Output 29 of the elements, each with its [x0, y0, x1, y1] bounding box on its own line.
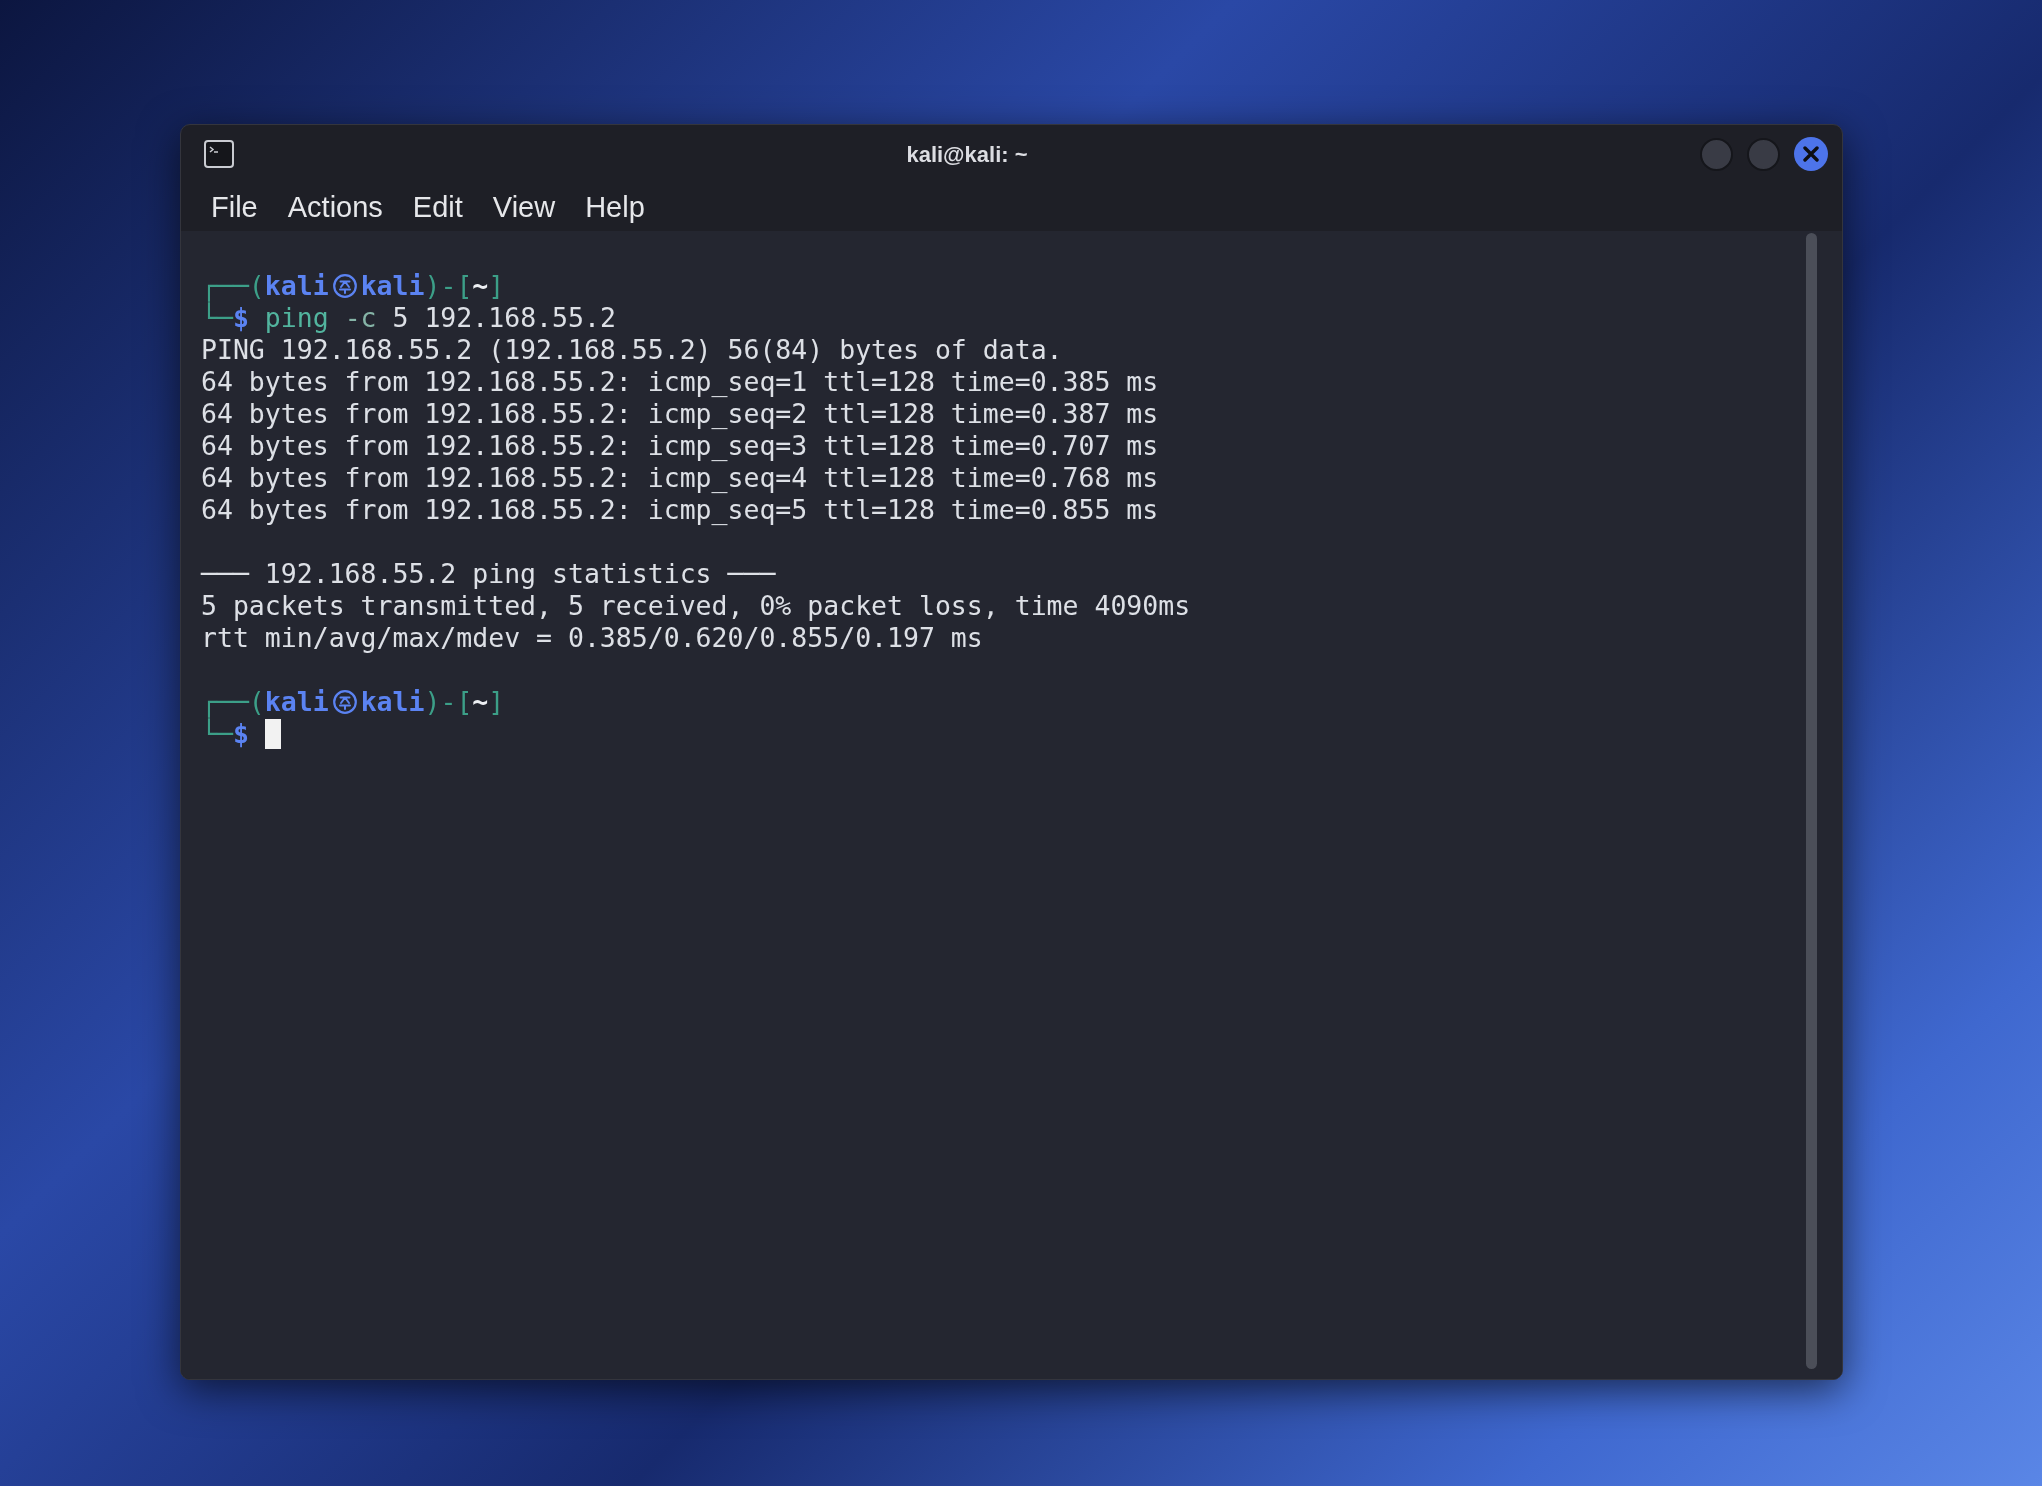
- prompt-text: ┌──(kali: [201, 270, 329, 302]
- output-line: 64 bytes from 192.168.55.2: icmp_seq=5 ttl=128 time=0.855 ms: [201, 494, 1159, 526]
- circled-symbol-icon: [332, 690, 357, 714]
- output-line: PING 192.168.55.2 (192.168.55.2) 56(84) bytes of data.: [201, 334, 1063, 366]
- prompt-text: kali)-[~]: [360, 270, 505, 302]
- minimize-button[interactable]: [1700, 137, 1733, 171]
- window-title: kali@kali: ~: [906, 140, 1028, 169]
- prompt-text: ┌──(kali: [201, 686, 329, 718]
- output-line: 5 packets transmitted, 5 received, 0% packet loss, time 4090ms: [201, 590, 1191, 622]
- output-line: 64 bytes from 192.168.55.2: icmp_seq=1 ttl=128 time=0.385 ms: [201, 366, 1159, 398]
- close-icon: [1803, 146, 1819, 162]
- menu-item[interactable]: File: [207, 187, 262, 227]
- close-button[interactable]: [1794, 137, 1828, 171]
- output-line: 64 bytes from 192.168.55.2: icmp_seq=4 ttl=128 time=0.768 ms: [201, 462, 1159, 494]
- maximize-button[interactable]: [1747, 137, 1780, 171]
- menu-item[interactable]: View: [488, 187, 560, 227]
- prompt-text: └─$: [201, 718, 249, 750]
- output-line: ─── 192.168.55.2 ping statistics ───: [201, 558, 776, 590]
- menu-item[interactable]: Edit: [408, 187, 467, 227]
- circled-symbol-icon: [332, 274, 357, 298]
- output-line: rtt min/avg/max/mdev = 0.385/0.620/0.855/0.197 ms: [201, 622, 983, 654]
- menu-item[interactable]: Help: [581, 187, 649, 227]
- output-line: 64 bytes from 192.168.55.2: icmp_seq=2 ttl=128 time=0.387 ms: [201, 398, 1159, 430]
- terminal-icon: [204, 140, 234, 168]
- scrollbar[interactable]: [1806, 233, 1817, 1369]
- output-line: 64 bytes from 192.168.55.2: icmp_seq=3 ttl=128 time=0.707 ms: [201, 430, 1159, 462]
- prompt-text: kali)-[~]: [360, 686, 505, 718]
- command-line: └─$ ping -c 5 192.168.55.2: [201, 302, 616, 334]
- menu-item[interactable]: Actions: [283, 187, 387, 227]
